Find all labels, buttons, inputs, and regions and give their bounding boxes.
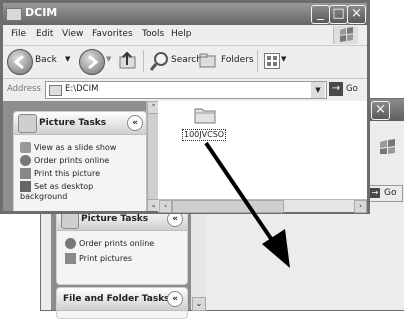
arrow-icon xyxy=(204,141,290,268)
